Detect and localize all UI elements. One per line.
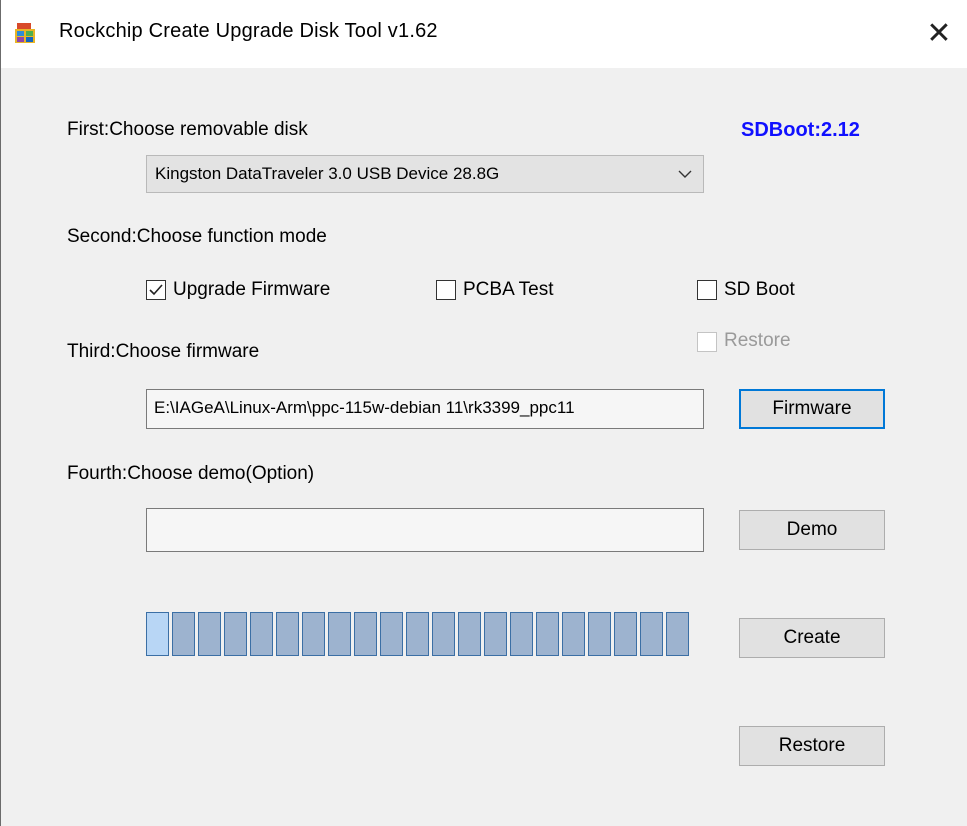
restore-checkbox: [697, 332, 717, 352]
progress-segment: [172, 612, 195, 656]
pcba-test-label[interactable]: PCBA Test: [463, 279, 553, 301]
sd-boot-checkbox[interactable]: [697, 280, 717, 300]
progress-segment: [250, 612, 273, 656]
progress-segment: [224, 612, 247, 656]
pcba-test-checkbox[interactable]: [436, 280, 456, 300]
step3-label: Third:Choose firmware: [67, 341, 260, 362]
sdboot-version: SDBoot:2.12: [741, 119, 860, 141]
close-icon: ✕: [926, 16, 952, 51]
progress-bar: [146, 612, 700, 658]
checkmark-icon: [149, 284, 163, 296]
close-button[interactable]: ✕: [919, 14, 959, 54]
disk-select-value: Kingston DataTraveler 3.0 USB Device 28.…: [155, 164, 500, 183]
firmware-path-field[interactable]: E:\IAGeA\Linux-Arm\ppc-115w-debian 11\rk…: [146, 389, 704, 429]
step2-label: Second:Choose function mode: [67, 226, 327, 247]
demo-button[interactable]: Demo: [739, 510, 885, 550]
progress-segment: [588, 612, 611, 656]
progress-segment: [562, 612, 585, 656]
progress-segment: [458, 612, 481, 656]
firmware-button[interactable]: Firmware: [739, 389, 885, 429]
progress-segment: [484, 612, 507, 656]
upgrade-firmware-checkbox[interactable]: [146, 280, 166, 300]
step4-label: Fourth:Choose demo(Option): [67, 463, 315, 484]
app-icon: [15, 23, 35, 43]
progress-segment: [354, 612, 377, 656]
progress-segment: [406, 612, 429, 656]
chevron-down-icon: [678, 170, 692, 178]
progress-segment: [198, 612, 221, 656]
window-title: Rockchip Create Upgrade Disk Tool v1.62: [59, 20, 438, 42]
disk-select[interactable]: Kingston DataTraveler 3.0 USB Device 28.…: [146, 155, 704, 193]
step1-label: First:Choose removable disk: [67, 119, 308, 140]
progress-segment: [510, 612, 533, 656]
restore-checkbox-label: Restore: [724, 330, 791, 351]
title-bar[interactable]: Rockchip Create Upgrade Disk Tool v1.62 …: [1, 0, 967, 68]
firmware-path-value: E:\IAGeA\Linux-Arm\ppc-115w-debian 11\rk…: [154, 398, 575, 417]
progress-segment: [614, 612, 637, 656]
progress-segment: [276, 612, 299, 656]
progress-segment: [432, 612, 455, 656]
sd-boot-label[interactable]: SD Boot: [724, 279, 795, 301]
upgrade-firmware-label[interactable]: Upgrade Firmware: [173, 279, 330, 301]
progress-segment: [640, 612, 663, 656]
progress-segment: [536, 612, 559, 656]
progress-segment: [302, 612, 325, 656]
progress-segment: [666, 612, 689, 656]
restore-button[interactable]: Restore: [739, 726, 885, 766]
progress-segment: [146, 612, 169, 656]
progress-segment: [380, 612, 403, 656]
demo-path-field[interactable]: [146, 508, 704, 552]
progress-segment: [328, 612, 351, 656]
create-button[interactable]: Create: [739, 618, 885, 658]
